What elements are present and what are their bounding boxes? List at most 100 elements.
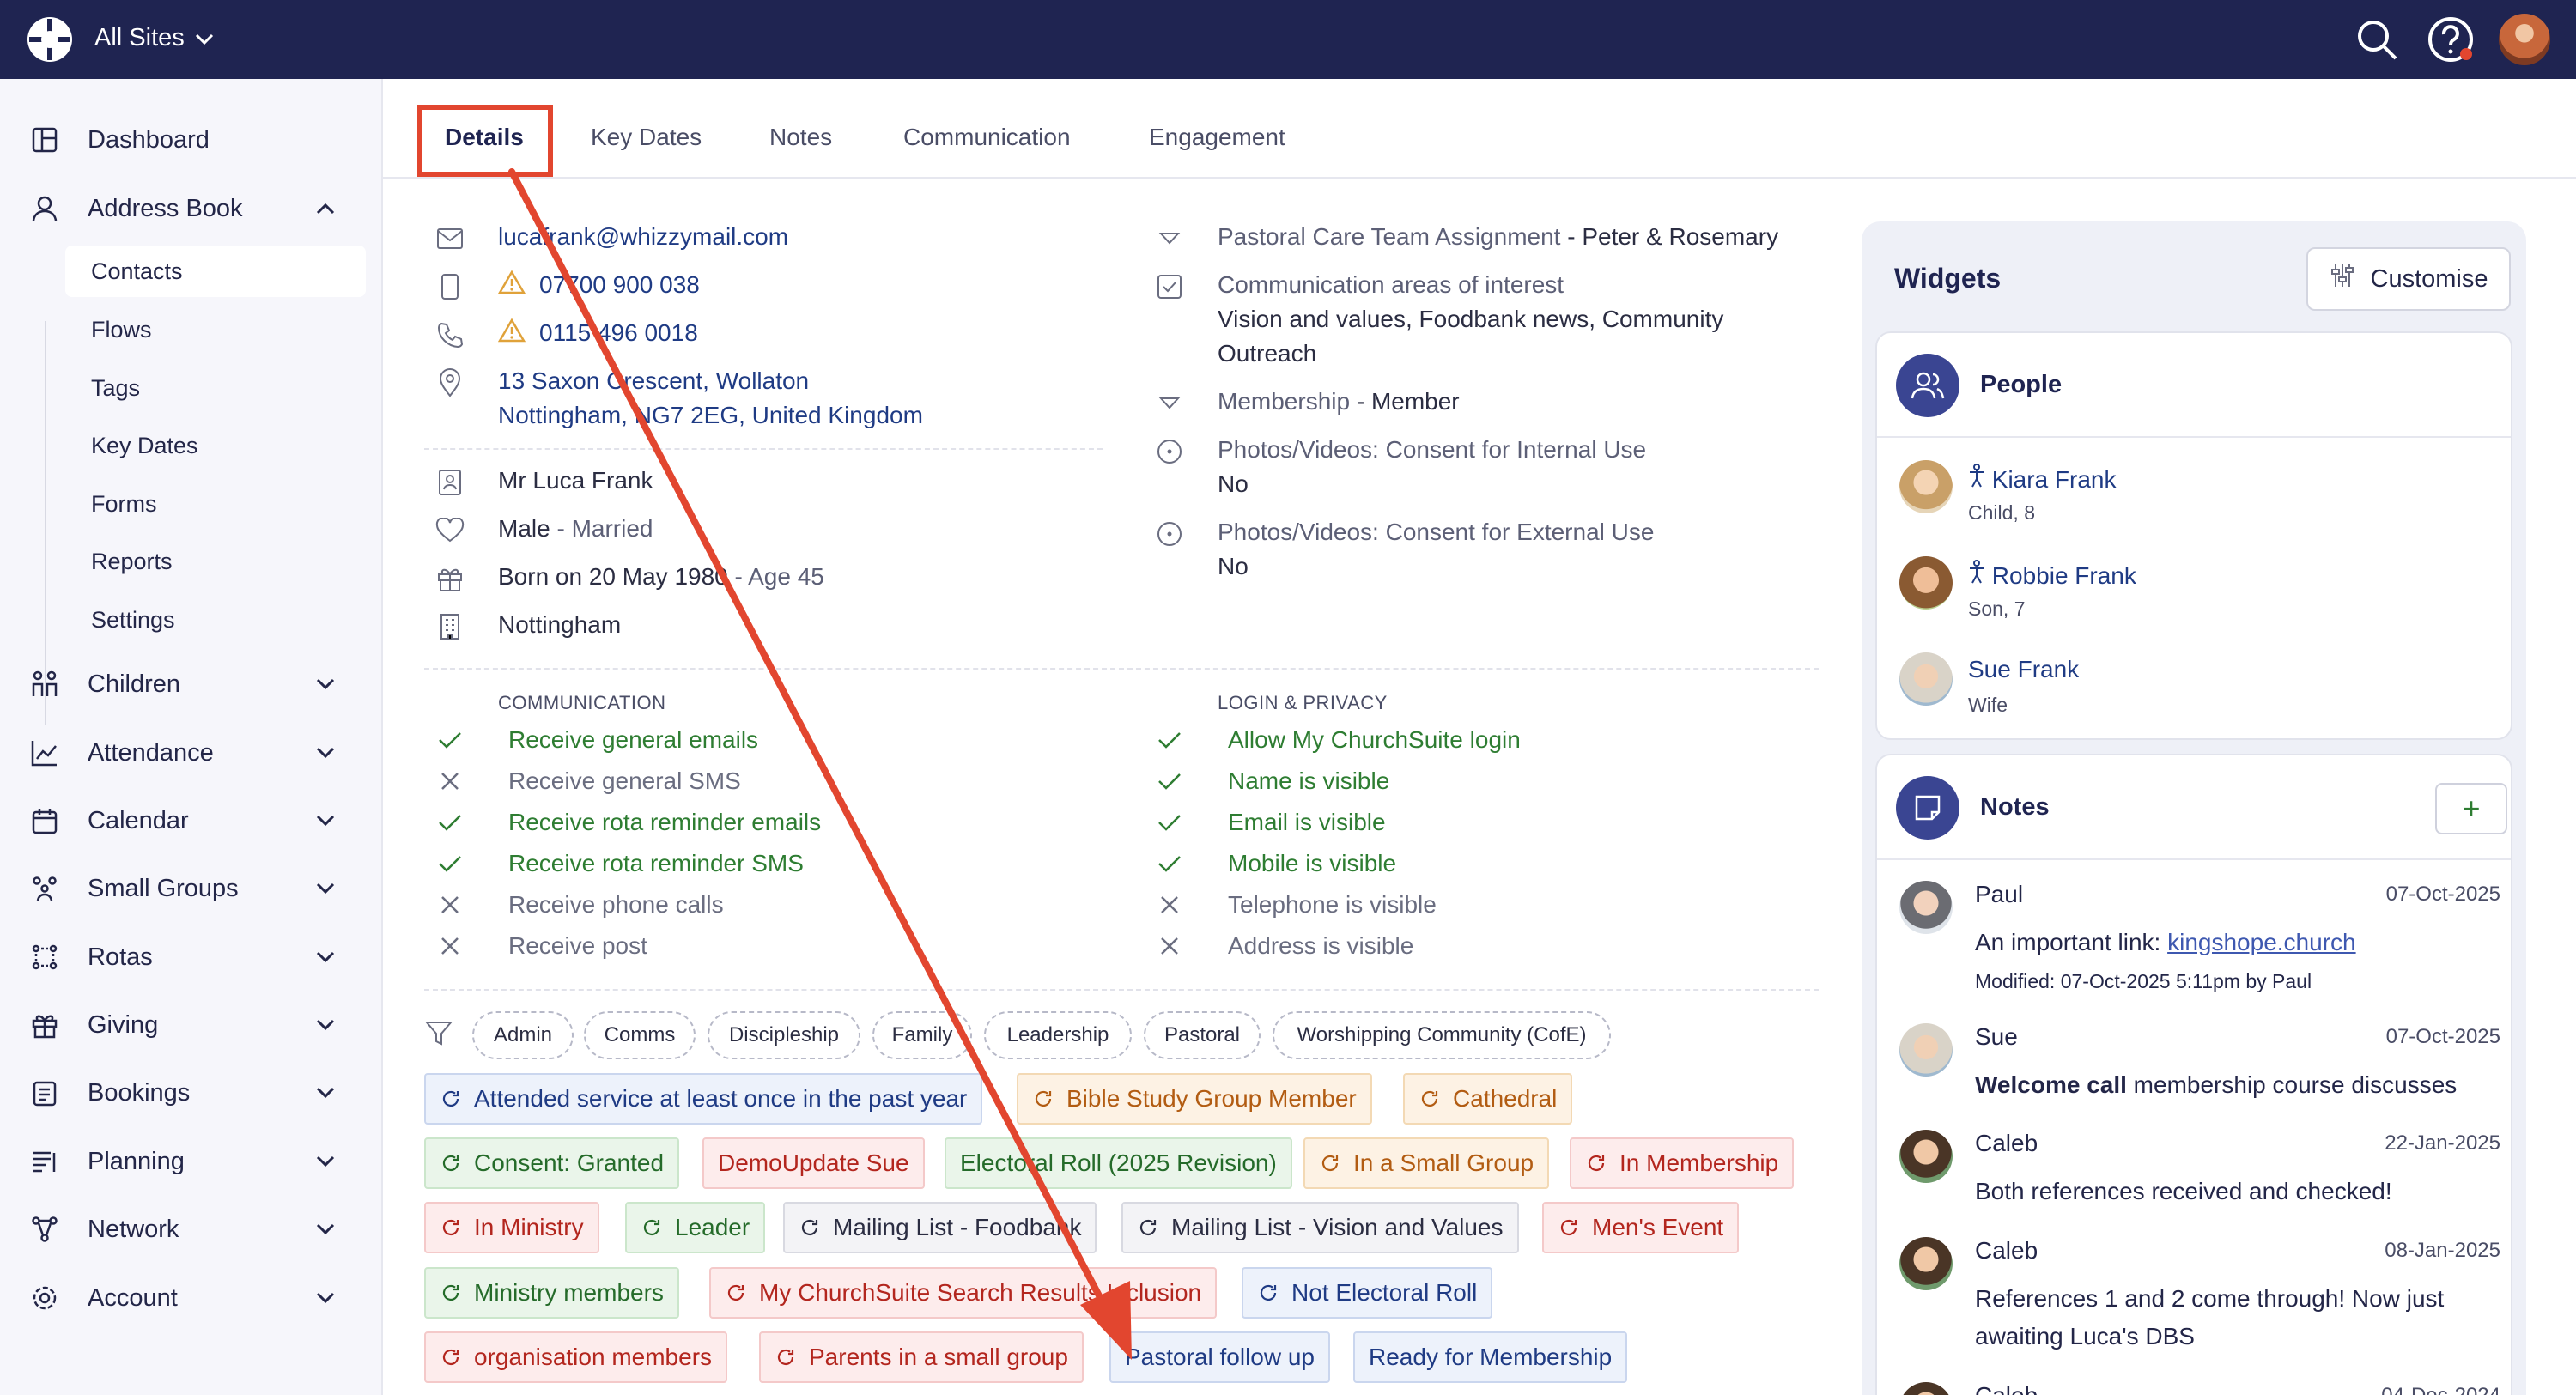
sidebar-subitem-forms[interactable]: Forms — [65, 478, 366, 530]
tab-key-dates[interactable]: Key Dates — [591, 124, 702, 151]
smart-tag-icon — [440, 1282, 462, 1304]
tab-communication[interactable]: Communication — [903, 124, 1071, 151]
note-modified: Modified: 07-Oct-2025 5:11pm by Paul — [1975, 970, 2312, 992]
tag-badge[interactable]: In a Small Group — [1303, 1137, 1550, 1189]
person-name[interactable]: Kiara Frank — [1992, 466, 2117, 493]
check-icon — [1154, 807, 1185, 838]
sidebar-item-network[interactable]: Network — [0, 1199, 383, 1259]
tag-badge[interactable]: Mailing List - Foodbank — [783, 1202, 1097, 1253]
chevron-down-icon — [313, 1149, 338, 1174]
check-icon — [434, 848, 465, 879]
tag-badge[interactable]: Pastoral follow up — [1109, 1331, 1331, 1383]
avatar — [1899, 1382, 1953, 1395]
sidebar-subitem-contacts[interactable]: Contacts — [65, 246, 366, 297]
tag-badge[interactable]: In Membership — [1570, 1137, 1795, 1189]
email-link[interactable]: lucafrank@whizzymail.com — [498, 220, 788, 254]
cross-icon — [434, 766, 465, 797]
tag-filter-chip[interactable]: Pastoral — [1144, 1011, 1261, 1059]
check-icon — [1154, 848, 1185, 879]
tag-badge[interactable]: Cathedral — [1403, 1073, 1573, 1125]
chevron-down-icon — [313, 808, 338, 834]
avatar — [1899, 1237, 1953, 1290]
smart-tag-icon — [440, 1088, 462, 1110]
filter-icon[interactable] — [424, 1020, 453, 1052]
sidebar-item-small-groups[interactable]: Small Groups — [0, 858, 383, 919]
note-link[interactable]: kingshope.church — [2167, 929, 2355, 955]
notes-title: Notes — [1980, 793, 2050, 821]
tag-badge[interactable]: Mailing List - Vision and Values — [1121, 1202, 1519, 1253]
site-label: All Sites — [94, 24, 185, 52]
tag-badge[interactable]: Bible Study Group Member — [1017, 1073, 1372, 1125]
sidebar-subitem-flows[interactable]: Flows — [65, 304, 366, 355]
gift-icon — [27, 1008, 62, 1042]
tag-badge[interactable]: Leader — [625, 1202, 766, 1253]
customise-button[interactable]: Customise — [2306, 247, 2511, 311]
help-icon[interactable] — [2425, 14, 2476, 65]
sidebar-subitem-key-dates[interactable]: Key Dates — [65, 420, 366, 471]
tag-badge[interactable]: Consent: Granted — [424, 1137, 680, 1189]
user-avatar[interactable] — [2499, 14, 2550, 65]
tag-filter-chip[interactable]: Worshipping Community (CofE) — [1273, 1011, 1611, 1059]
phone-icon — [434, 319, 465, 350]
tag-filter-chip[interactable]: Family — [872, 1011, 972, 1059]
address-line-2[interactable]: Nottingham, NG7 2EG, United Kingdom — [498, 398, 923, 433]
sidebar-item-account[interactable]: Account — [0, 1268, 383, 1328]
sidebar-item-attendance[interactable]: Attendance — [0, 723, 383, 783]
tag-badge[interactable]: Ministry members — [424, 1267, 679, 1319]
person-name[interactable]: Sue Frank — [1968, 656, 2079, 683]
tag-filter-chip[interactable]: Leadership — [984, 1011, 1132, 1059]
chevron-down-icon — [313, 944, 338, 970]
membership-label: Membership — [1218, 388, 1351, 415]
sidebar-subitem-tags[interactable]: Tags — [65, 362, 366, 414]
tag-badge[interactable]: My ChurchSuite Search Results Inclusion — [709, 1267, 1218, 1319]
heart-icon — [434, 515, 465, 546]
tag-badge[interactable]: Electoral Roll (2025 Revision) — [945, 1137, 1292, 1189]
tag-filter-chip[interactable]: Comms — [584, 1011, 696, 1059]
tab-notes[interactable]: Notes — [769, 124, 832, 151]
note-item[interactable]: Sue 07-Oct-2025 Welcome call membership … — [1899, 1020, 2500, 1114]
tag-badge[interactable]: DemoUpdate Sue — [702, 1137, 925, 1189]
membership-value: - Member — [1350, 388, 1460, 415]
sidebar-item-bookings[interactable]: Bookings — [0, 1063, 383, 1123]
sidebar-item-address-book[interactable]: Address Book — [0, 179, 383, 239]
mobile-link[interactable]: 07700 900 038 — [539, 268, 700, 302]
note-item[interactable]: Caleb 08-Jan-2025 References 1 and 2 com… — [1899, 1234, 2500, 1362]
logo-icon[interactable] — [26, 15, 74, 64]
note-item[interactable]: Paul 07-Oct-2025 An important link: king… — [1899, 877, 2500, 1006]
tag-badge[interactable]: Parents in a small group — [759, 1331, 1084, 1383]
tag-filter-chip[interactable]: Discipleship — [708, 1011, 860, 1059]
tag-badge[interactable]: organisation members — [424, 1331, 728, 1383]
sidebar-subitem-reports[interactable]: Reports — [65, 536, 366, 587]
sidebar-item-giving[interactable]: Giving — [0, 995, 383, 1055]
sidebar-item-dashboard[interactable]: Dashboard — [0, 110, 383, 170]
sidebar-subitem-settings[interactable]: Settings — [65, 594, 366, 646]
tag-filter-chip[interactable]: Admin — [472, 1011, 574, 1059]
dashboard-icon — [27, 123, 62, 157]
search-icon[interactable] — [2351, 14, 2403, 65]
tag-badge[interactable]: Men's Event — [1542, 1202, 1740, 1253]
tag-badge[interactable]: In Ministry — [424, 1202, 599, 1253]
tag-badge[interactable]: Not Electoral Roll — [1242, 1267, 1493, 1319]
birth-date: Born on 20 May 1980 — [498, 563, 728, 590]
sidebar-item-planning[interactable]: Planning — [0, 1131, 383, 1192]
address-line-1[interactable]: 13 Saxon Crescent, Wollaton — [498, 364, 809, 398]
sidebar-item-calendar[interactable]: Calendar — [0, 791, 383, 851]
note-item[interactable]: Caleb 22-Jan-2025 Both references receiv… — [1899, 1126, 2500, 1221]
communication-heading: COMMUNICATION — [498, 692, 666, 713]
dropdown-icon — [1154, 223, 1185, 254]
note-item[interactable]: Caleb 04-Dec-2024 — [1899, 1379, 2500, 1395]
smart-tag-icon — [1032, 1088, 1054, 1110]
phone-link[interactable]: 0115 496 0018 — [539, 316, 698, 350]
id-card-icon — [434, 467, 465, 498]
sidebar-item-children[interactable]: Children — [0, 654, 383, 714]
consent-internal-label: Photos/Videos: Consent for Internal Use — [1218, 436, 1647, 463]
person-name[interactable]: Robbie Frank — [1992, 562, 2136, 589]
tag-badge[interactable]: Attended service at least once in the pa… — [424, 1073, 983, 1125]
dropdown-icon — [1154, 388, 1185, 419]
add-note-button[interactable]: + — [2435, 783, 2507, 834]
sidebar-item-rotas[interactable]: Rotas — [0, 927, 383, 987]
check-icon — [434, 807, 465, 838]
tag-badge[interactable]: Ready for Membership — [1353, 1331, 1628, 1383]
tab-engagement[interactable]: Engagement — [1149, 124, 1285, 151]
site-switcher[interactable]: All Sites — [94, 24, 214, 52]
